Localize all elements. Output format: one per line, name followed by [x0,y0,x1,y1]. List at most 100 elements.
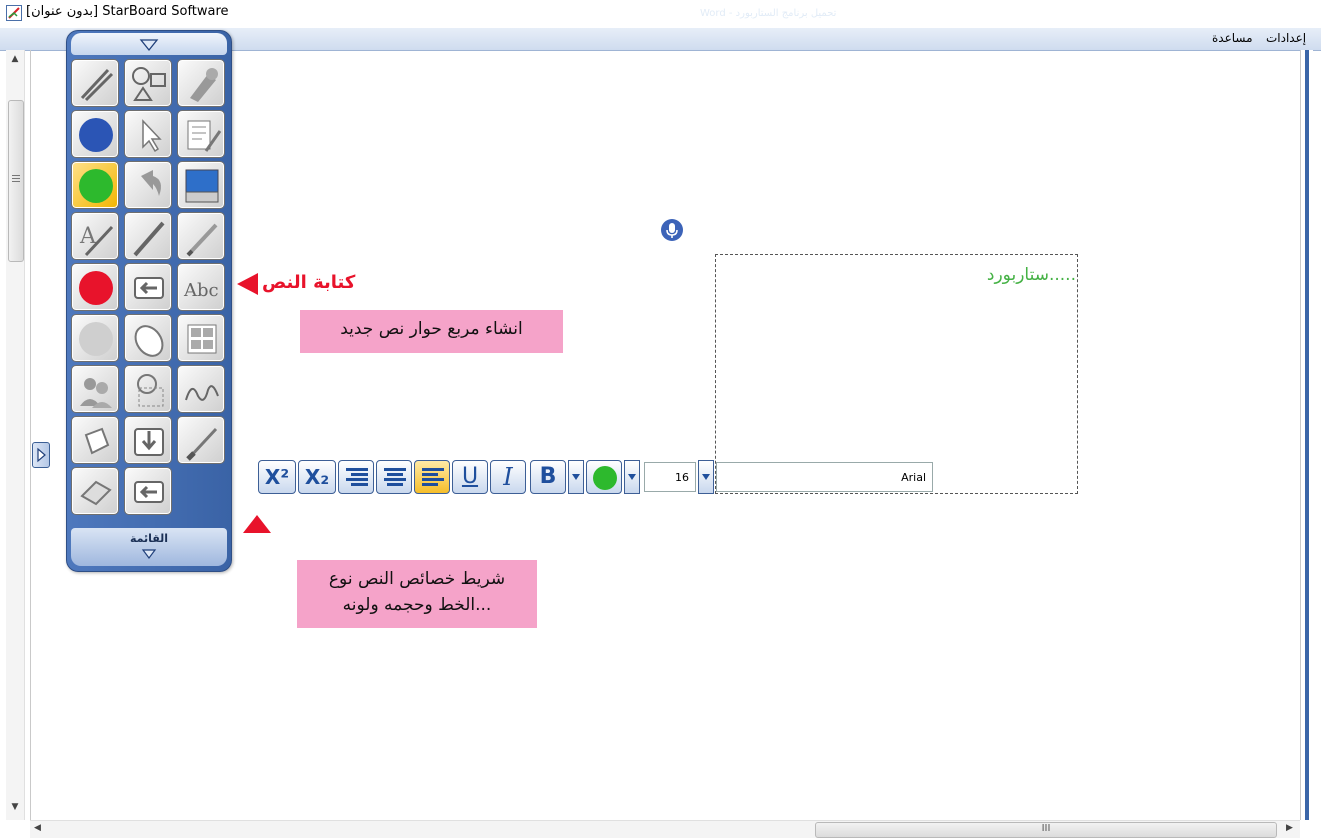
align-center-icon [384,468,406,486]
layout-icon [187,324,217,354]
text-box[interactable]: ستاربورد..... [715,254,1078,494]
tool-button-pen-tool[interactable] [71,59,119,107]
back-page-icon [134,277,164,299]
color-dropdown-arrow[interactable] [624,460,640,494]
align-left-button[interactable] [414,460,450,494]
menu-help[interactable]: مساعدة [1212,31,1253,45]
tool-button-text-pen[interactable]: A [71,212,119,260]
align-right-icon [346,468,368,486]
tool-button-gray-color[interactable] [71,314,119,362]
toolbox-menu-button[interactable]: القائمة [71,528,227,566]
tool-button-pointer[interactable] [124,110,172,158]
keyboard-icon [185,169,219,203]
annotation-toolbar-desc-line1: شريط خصائص النص نوع [328,569,506,589]
marker-icon [186,223,218,257]
bold-dropdown-arrow[interactable] [568,460,584,494]
green-color-icon [79,169,113,203]
bucket-icon [84,427,110,455]
right-panel-strip [1305,50,1309,820]
signature-icon [185,385,219,401]
pencil-icon [133,221,165,257]
text-format-toolbar: X² X₂ U I B 16 Arial [258,460,934,496]
window-title: [بدون عنوان] StarBoard Software [26,4,229,19]
zoom-icon [137,374,164,407]
tool-button-brush[interactable] [177,416,225,464]
faded-window-title: Word - تحميل برنامج الستاربورد [700,8,837,19]
tool-button-zoom[interactable] [124,365,172,413]
tool-button-edit[interactable] [177,110,225,158]
subscript-button[interactable]: X₂ [298,460,336,494]
font-size-dropdown-arrow[interactable] [698,460,714,494]
annotation-toolbar-desc-line2: الخط وحجمه ولونه... [342,595,492,615]
toolbox-panel: A Abc القائمة [66,30,232,572]
menu-settings[interactable]: إعدادات [1266,31,1306,45]
prev-page-icon [134,481,164,503]
blue-color-icon [79,118,113,152]
pointer-icon [142,119,162,153]
tool-button-bucket[interactable] [71,416,119,464]
tool-button-green-color[interactable] [71,161,119,209]
tool-button-shapes[interactable] [124,59,172,107]
horizontal-scrollbar[interactable]: ◀ III ▶ [30,820,1300,838]
tool-button-tools[interactable] [177,59,225,107]
underline-button[interactable]: U [452,460,488,494]
bold-button[interactable]: B [530,460,566,494]
tool-button-users[interactable] [71,365,119,413]
align-right-button[interactable] [338,460,374,494]
mouse-icon [134,325,164,357]
edit-icon [187,120,222,152]
svg-text:Abc: Abc [183,280,219,301]
align-center-button[interactable] [376,460,412,494]
toolbox-collapse-button[interactable] [71,33,227,55]
app-icon [6,5,22,21]
tool-button-pencil[interactable] [124,212,172,260]
tool-button-layout[interactable] [177,314,225,362]
font-size-field[interactable]: 16 [644,462,696,492]
callout-write-text: كتابة النص [262,272,356,293]
align-left-icon [422,468,444,486]
expand-panel-button[interactable] [32,442,50,468]
italic-button[interactable]: I [490,460,526,494]
brush-icon [186,427,218,461]
text-tool-icon: Abc [183,280,219,301]
eraser-icon [80,480,112,506]
tool-button-marker[interactable] [177,212,225,260]
chevron-down-icon [139,39,159,52]
tool-button-eraser[interactable] [71,467,119,515]
annotation-toolbar-desc: شريط خصائص النص نوع الخط وحجمه ولونه... [297,560,537,628]
pen-tool-icon [80,68,114,102]
arrow-left-icon [237,273,258,295]
vertical-scroll-thumb[interactable] [8,100,24,262]
scroll-right-icon[interactable]: ▶ [1286,823,1293,833]
text-pen-icon: A [79,224,114,257]
arrow-up-icon [243,515,271,533]
play-icon [37,447,46,463]
scroll-down-icon[interactable]: ▼ [6,802,24,816]
text-box-content[interactable]: ستاربورد..... [716,265,1076,285]
tool-button-mouse[interactable] [124,314,172,362]
superscript-button[interactable]: X² [258,460,296,494]
text-color-button[interactable] [586,460,622,494]
scroll-left-icon[interactable]: ◀ [34,823,41,833]
font-name-field[interactable]: Arial [716,462,933,492]
tool-button-signature[interactable] [177,365,225,413]
tool-button-blue-color[interactable] [71,110,119,158]
microphone-icon[interactable] [660,218,684,242]
tool-button-keyboard[interactable] [177,161,225,209]
color-swatch [593,466,617,490]
tool-button-prev-page[interactable] [124,467,172,515]
annotation-create-box-text: انشاء مربع حوار نص جديد [340,319,523,339]
red-color-icon [79,271,113,305]
tools-icon [190,68,218,102]
tool-button-undo[interactable] [124,161,172,209]
tool-button-import[interactable] [124,416,172,464]
tool-button-text-tool[interactable]: Abc [177,263,225,311]
vertical-scrollbar[interactable]: ▲ ▼ [6,50,25,820]
tool-grid: A Abc [71,59,231,529]
horizontal-scroll-thumb[interactable]: III [815,822,1277,838]
shapes-icon [132,67,166,101]
tool-button-red-color[interactable] [71,263,119,311]
scroll-up-icon[interactable]: ▲ [6,54,24,68]
gray-color-icon [79,322,113,356]
tool-button-back-page[interactable] [124,263,172,311]
